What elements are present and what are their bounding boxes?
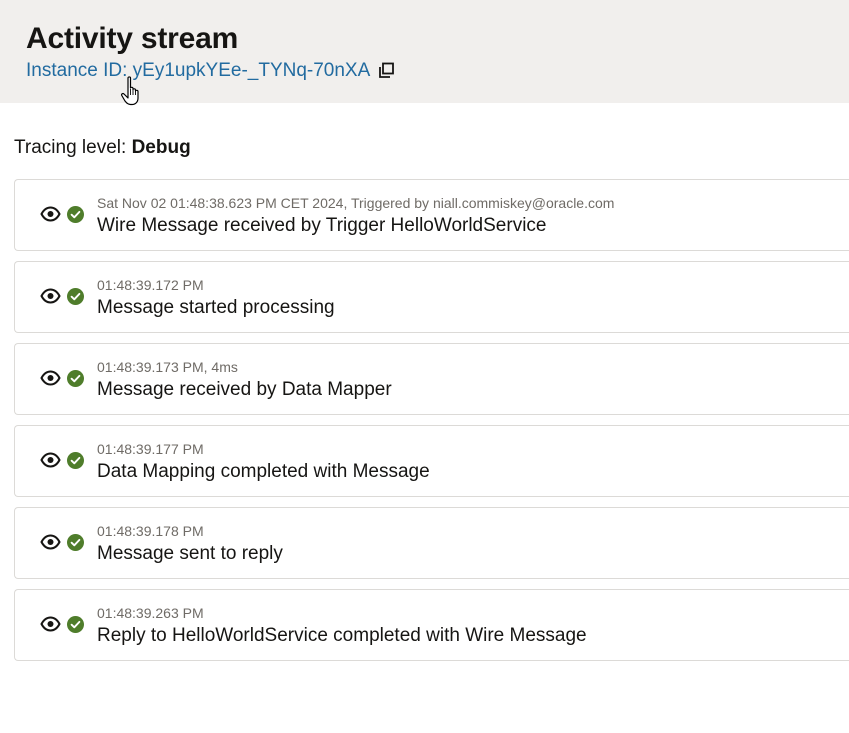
eye-icon[interactable] bbox=[40, 452, 61, 468]
activity-message: Message received by Data Mapper bbox=[97, 379, 392, 400]
eye-icon[interactable] bbox=[40, 370, 61, 386]
check-circle-icon bbox=[67, 616, 84, 633]
activity-item: 01:48:39.178 PM Message sent to reply bbox=[14, 507, 849, 579]
activity-message: Reply to HelloWorldService completed wit… bbox=[97, 625, 587, 646]
check-circle-icon bbox=[67, 206, 84, 223]
page-title: Activity stream bbox=[26, 22, 239, 55]
hand-cursor-icon bbox=[121, 76, 139, 106]
activity-list: Sat Nov 02 01:48:38.623 PM CET 2024, Tri… bbox=[14, 179, 849, 671]
activity-message: Message started processing bbox=[97, 297, 335, 318]
tracing-level-label: Tracing level: bbox=[14, 137, 127, 158]
activity-item: Sat Nov 02 01:48:38.623 PM CET 2024, Tri… bbox=[14, 179, 849, 251]
instance-id-row: Instance ID: yEy1upkYEe-_TYNq-70nXA bbox=[26, 60, 395, 82]
copy-icon[interactable] bbox=[377, 62, 395, 80]
activity-message: Data Mapping completed with Message bbox=[97, 461, 430, 482]
eye-icon[interactable] bbox=[40, 534, 61, 550]
activity-message: Message sent to reply bbox=[97, 543, 283, 564]
tracing-level-value: Debug bbox=[131, 137, 191, 158]
eye-icon[interactable] bbox=[40, 288, 61, 304]
tracing-level: Tracing level: Debug bbox=[14, 137, 191, 159]
activity-timestamp: 01:48:39.172 PM bbox=[97, 277, 204, 293]
check-circle-icon bbox=[67, 370, 84, 387]
activity-item: 01:48:39.177 PM Data Mapping completed wi… bbox=[14, 425, 849, 497]
activity-message: Wire Message received by Trigger HelloWo… bbox=[97, 215, 547, 236]
activity-timestamp: 01:48:39.263 PM bbox=[97, 605, 204, 621]
activity-timestamp: 01:48:39.178 PM bbox=[97, 523, 204, 539]
activity-item: 01:48:39.173 PM, 4ms Message received by … bbox=[14, 343, 849, 415]
eye-icon[interactable] bbox=[40, 616, 61, 632]
activity-item: 01:48:39.263 PM Reply to HelloWorldServic… bbox=[14, 589, 849, 661]
check-circle-icon bbox=[67, 288, 84, 305]
check-circle-icon bbox=[67, 534, 84, 551]
activity-item: 01:48:39.172 PM Message started processin… bbox=[14, 261, 849, 333]
page-header: Activity stream Instance ID: yEy1upkYEe-… bbox=[0, 0, 849, 106]
check-circle-icon bbox=[67, 452, 84, 469]
activity-timestamp: 01:48:39.173 PM, 4ms bbox=[97, 359, 238, 375]
instance-id-link[interactable]: Instance ID: yEy1upkYEe-_TYNq-70nXA bbox=[26, 60, 370, 82]
activity-timestamp: 01:48:39.177 PM bbox=[97, 441, 204, 457]
activity-timestamp: Sat Nov 02 01:48:38.623 PM CET 2024, Tri… bbox=[97, 195, 615, 211]
eye-icon[interactable] bbox=[40, 206, 61, 222]
